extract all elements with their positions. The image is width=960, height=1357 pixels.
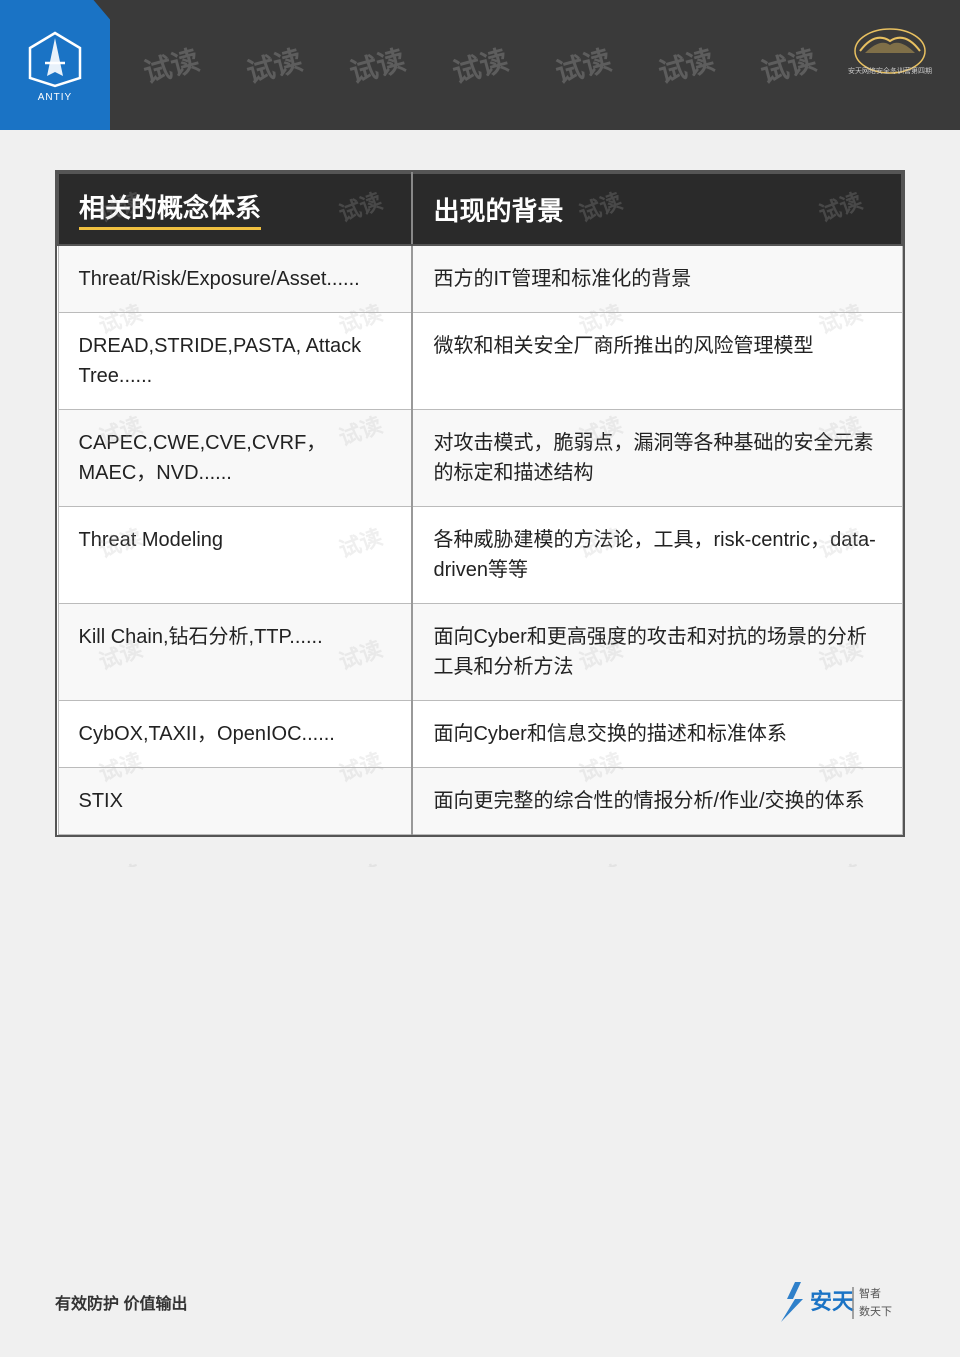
col1-header-text: 相关的概念体系 (79, 188, 261, 230)
table-cell-col2: 面向Cyber和更高强度的攻击和对抗的场景的分析工具和分析方法 (412, 604, 902, 701)
svg-text:安天: 安天 (810, 1289, 855, 1314)
table-row: Threat/Risk/Exposure/Asset......西方的IT管理和… (58, 245, 902, 313)
main-content: 试读 试读 试读 试读 试读 试读 试读 试读 试读 试读 试读 试读 试读 试… (0, 130, 960, 867)
wm-28: 试读 (814, 855, 866, 867)
table-cell-col2: 西方的IT管理和标准化的背景 (412, 245, 902, 313)
table-row: CAPEC,CWE,CVE,CVRF，MAEC，NVD......对攻击模式，脆… (58, 410, 902, 507)
footer: 有效防护 价值输出 安天 智者 数天下 (0, 1277, 960, 1327)
table-row: CybOX,TAXII，OpenIOC......面向Cyber和信息交换的描述… (58, 701, 902, 768)
wm-25: 试读 (94, 855, 146, 867)
table-header-row: 相关的概念体系 出现的背景 (58, 173, 902, 245)
table-body: Threat/Risk/Exposure/Asset......西方的IT管理和… (58, 245, 902, 835)
table-cell-col1: CybOX,TAXII，OpenIOC...... (58, 701, 412, 768)
logo-box: ANTIY (0, 0, 110, 130)
wm-26: 试读 (334, 855, 386, 867)
wm-header-5: 试读 (551, 38, 615, 91)
wm-header-4: 试读 (448, 38, 512, 91)
col1-header: 相关的概念体系 (58, 173, 412, 245)
table-cell-col2: 各种威胁建模的方法论，工具，risk-centric，data-driven等等 (412, 507, 902, 604)
table-row: DREAD,STRIDE,PASTA, Attack Tree......微软和… (58, 313, 902, 410)
svg-text:数天下: 数天下 (859, 1305, 892, 1318)
wm-header-1: 试读 (139, 38, 203, 91)
table-cell-col2: 面向Cyber和信息交换的描述和标准体系 (412, 701, 902, 768)
table-cell-col2: 面向更完整的综合性的情报分析/作业/交换的体系 (412, 768, 902, 835)
main-table-container: 相关的概念体系 出现的背景 Threat/Risk/Exposure/Asset… (55, 170, 905, 837)
table-cell-col2: 对攻击模式，脆弱点，漏洞等各种基础的安全元素的标定和描述结构 (412, 410, 902, 507)
wm-header-2: 试读 (242, 38, 306, 91)
concept-table: 相关的概念体系 出现的背景 Threat/Risk/Exposure/Asset… (57, 172, 903, 835)
table-cell-col1: Threat Modeling (58, 507, 412, 604)
wm-header-7: 试读 (756, 38, 820, 91)
table-cell-col1: Kill Chain,钻石分析,TTP...... (58, 604, 412, 701)
footer-logo-svg: 安天 智者 数天下 (775, 1277, 905, 1327)
wm-header-3: 试读 (345, 38, 409, 91)
table-row: STIX面向更完整的综合性的情报分析/作业/交换的体系 (58, 768, 902, 835)
col2-header: 出现的背景 (412, 173, 902, 245)
table-row: Threat Modeling各种威胁建模的方法论，工具，risk-centri… (58, 507, 902, 604)
table-cell-col1: CAPEC,CWE,CVE,CVRF，MAEC，NVD...... (58, 410, 412, 507)
header: ANTIY 试读 试读 试读 试读 试读 试读 试读 安天网络安全冬训营第四期 (0, 0, 960, 130)
table-cell-col1: Threat/Risk/Exposure/Asset...... (58, 245, 412, 313)
right-logo-graphic: 安天网络安全冬训营第四期 (845, 23, 935, 78)
header-watermarks: 试读 试读 试读 试读 试读 试读 试读 (120, 0, 840, 130)
logo-text: ANTIY (38, 92, 72, 103)
header-right-logo: 安天网络安全冬训营第四期 (840, 10, 940, 90)
col2-header-text: 出现的背景 (433, 196, 563, 226)
footer-right: 安天 智者 数天下 (775, 1277, 905, 1327)
footer-left-text: 有效防护 价值输出 (55, 1290, 187, 1314)
wm-header-6: 试读 (653, 38, 717, 91)
table-cell-col2: 微软和相关安全厂商所推出的风险管理模型 (412, 313, 902, 410)
table-cell-col1: STIX (58, 768, 412, 835)
table-cell-col1: DREAD,STRIDE,PASTA, Attack Tree...... (58, 313, 412, 410)
wm-27: 试读 (574, 855, 626, 867)
antiy-logo-icon (25, 28, 85, 88)
table-row: Kill Chain,钻石分析,TTP......面向Cyber和更高强度的攻击… (58, 604, 902, 701)
svg-text:智者: 智者 (859, 1286, 881, 1300)
svg-text:安天网络安全冬训营第四期: 安天网络安全冬训营第四期 (848, 66, 932, 75)
